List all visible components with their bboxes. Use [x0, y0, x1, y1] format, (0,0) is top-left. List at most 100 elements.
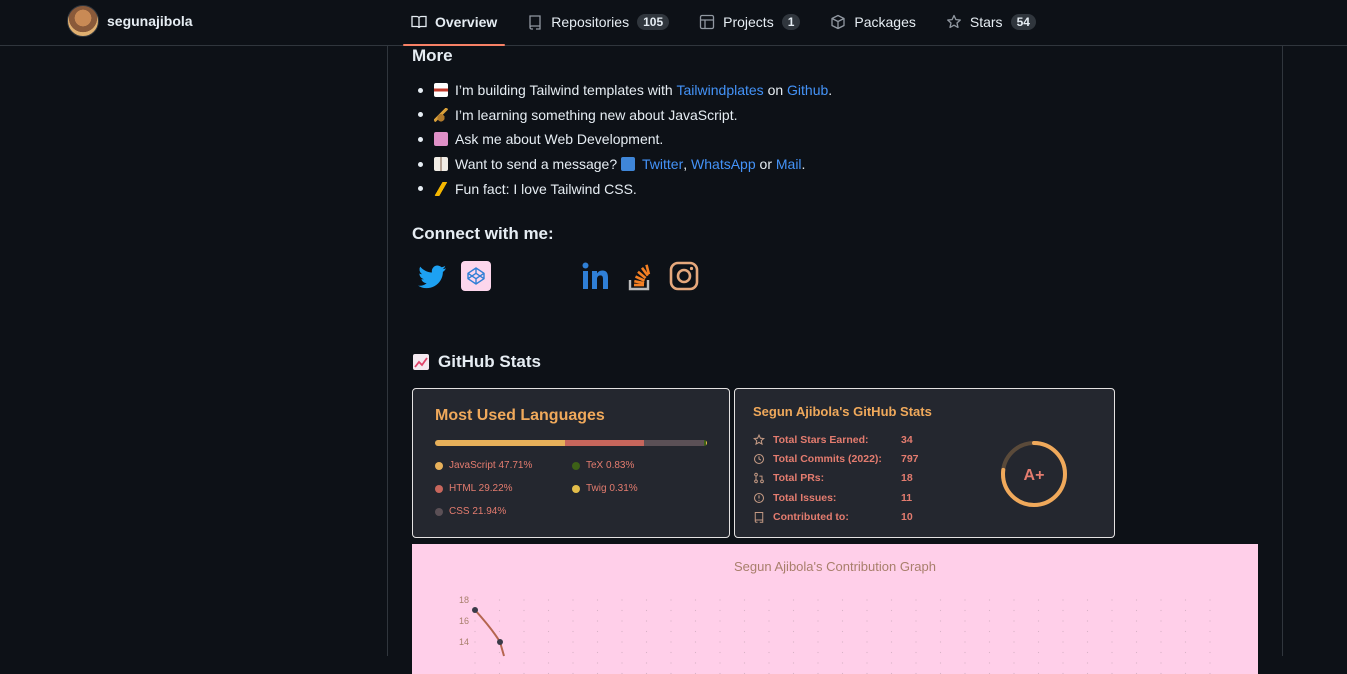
- count-badge: 105: [637, 14, 670, 30]
- grid-dot: [792, 609, 795, 612]
- user-badge[interactable]: segunajibola: [67, 5, 193, 37]
- language-label: Twig 0.31%: [586, 483, 638, 494]
- grid-dot: [1111, 651, 1113, 654]
- pull-request-icon: [754, 473, 764, 484]
- grid-dot: [547, 609, 550, 612]
- grid-dot: [964, 662, 966, 664]
- tab-projects[interactable]: Projects 1: [691, 0, 808, 44]
- contribution-graph[interactable]: Segun Ajibola's Contribution Graph 18 16…: [412, 544, 1258, 674]
- grid-dot: [841, 630, 844, 633]
- tailwindplates-link[interactable]: Tailwindplates: [677, 82, 764, 98]
- package-icon: [831, 14, 846, 30]
- grid-dot: [1184, 641, 1187, 643]
- tab-stars[interactable]: Stars 54: [938, 0, 1044, 44]
- grid-dot: [547, 599, 550, 601]
- grid-dot: [866, 599, 868, 601]
- github-link[interactable]: Github: [787, 82, 828, 98]
- grid-dot: [817, 630, 819, 633]
- grid-dot: [988, 599, 991, 601]
- stat-value: 10: [901, 510, 913, 523]
- grid-dot: [1062, 641, 1064, 643]
- twitter-link[interactable]: Twitter: [642, 156, 683, 172]
- grid-dot: [621, 641, 623, 643]
- language-dot: [435, 507, 443, 516]
- data-point[interactable]: [472, 607, 478, 613]
- grid-dot: [1160, 620, 1162, 622]
- facts-list: I’m building Tailwind templates with Tai…: [412, 78, 832, 201]
- whatsapp-link[interactable]: WhatsApp: [691, 156, 756, 172]
- stackoverflow-icon[interactable]: [624, 260, 656, 292]
- grid-dot: [596, 630, 599, 633]
- stat-row: Total PRs: 18: [753, 469, 919, 488]
- grid-dot: [939, 599, 942, 601]
- grid-dot: [645, 620, 648, 622]
- data-point[interactable]: [497, 639, 503, 645]
- grid-dot: [866, 630, 868, 633]
- grid-dot: [1209, 620, 1211, 622]
- grid-dot: [523, 630, 525, 633]
- grid-dot: [596, 620, 599, 622]
- grid-dot: [719, 662, 721, 664]
- grid-dot: [694, 630, 697, 633]
- grid-dot: [988, 620, 991, 622]
- mail-link[interactable]: Mail: [776, 156, 802, 172]
- grid-dot: [1086, 630, 1089, 633]
- grid-dot: [939, 641, 942, 643]
- grid-dot: [474, 651, 476, 654]
- grid-dot: [792, 630, 795, 633]
- grid-dot: [719, 630, 721, 633]
- avatar[interactable]: [67, 5, 99, 37]
- stat-label: Total Stars Earned:: [773, 433, 869, 446]
- grid-dot: [498, 662, 501, 664]
- languages-card[interactable]: Most Used Languages JavaScript 47.71% TeX…: [412, 388, 730, 538]
- github-stats-card[interactable]: Segun Ajibola's GitHub Stats Total Stars…: [734, 388, 1115, 538]
- grid-dot: [988, 651, 991, 654]
- grid-dot: [964, 599, 966, 601]
- fact-text: on: [767, 82, 784, 99]
- grid-dot: [1111, 662, 1113, 664]
- tab-repositories[interactable]: Repositories 105: [519, 0, 677, 44]
- grid-dot: [890, 662, 893, 664]
- grid-dot: [817, 662, 819, 664]
- grid-dot: [1209, 651, 1211, 654]
- twitter-icon[interactable]: [416, 260, 448, 292]
- grid-dot: [572, 662, 574, 664]
- graph-canvas: 18 16 14: [459, 595, 1211, 674]
- grid-dot: [1135, 620, 1138, 622]
- grid-dot: [866, 609, 868, 612]
- codepen-icon[interactable]: [460, 260, 492, 292]
- grid-dot: [498, 609, 501, 612]
- grid-dot: [866, 620, 868, 622]
- grid-dot: [988, 630, 991, 633]
- username[interactable]: segunajibola: [107, 13, 193, 29]
- blank-icon[interactable]: [504, 260, 536, 292]
- grid-dot: [621, 620, 623, 622]
- grid-dot: [670, 641, 672, 643]
- grid-dot: [1160, 599, 1162, 601]
- instagram-icon[interactable]: [668, 260, 700, 292]
- grid-dot: [474, 662, 476, 664]
- more-heading: More: [412, 46, 453, 65]
- tab-overview[interactable]: Overview: [403, 0, 506, 46]
- rank-label: A+: [1024, 467, 1045, 484]
- grid-dot: [547, 630, 550, 633]
- fact-text: .: [801, 156, 806, 173]
- readme-column: More I’m building Tailwind templates wit…: [387, 46, 1283, 674]
- rank-circle: A+: [1001, 441, 1067, 507]
- grid-dot: [1086, 651, 1089, 654]
- grid-dot: [645, 599, 648, 601]
- grid-dot: [1086, 641, 1089, 643]
- language-label: CSS 21.94%: [449, 506, 507, 517]
- grid-dot: [743, 651, 746, 654]
- stat-label: Total PRs:: [773, 472, 825, 485]
- list-item: I’m learning something new about JavaScr…: [412, 103, 832, 128]
- contribution-line: [474, 609, 505, 657]
- grid-dot: [1209, 630, 1211, 633]
- grid-dot: [670, 620, 672, 622]
- linkedin-icon[interactable]: [580, 260, 612, 292]
- grid-dot: [841, 620, 844, 622]
- grid-dot: [596, 651, 599, 654]
- grid-dot: [939, 620, 942, 622]
- tab-packages[interactable]: Packages: [822, 0, 923, 44]
- grid-dot: [621, 630, 623, 633]
